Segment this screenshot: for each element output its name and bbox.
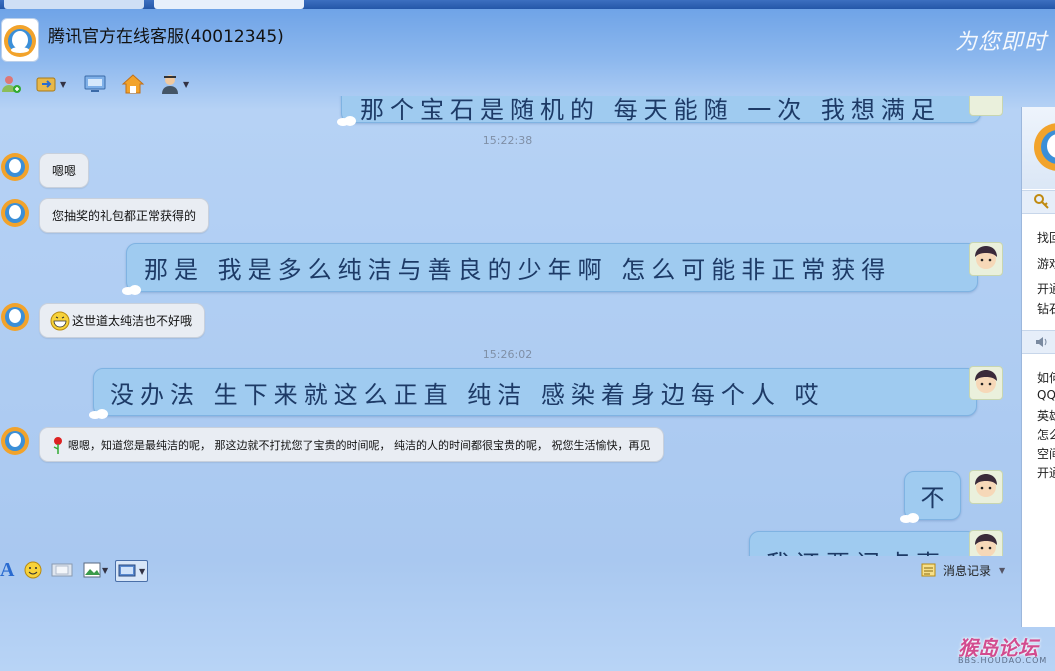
side-section-header — [1022, 190, 1055, 214]
history-icon — [921, 563, 936, 577]
my-avatar[interactable] — [969, 470, 1003, 504]
video-icon[interactable]: ▼ — [115, 560, 149, 582]
my-avatar[interactable] — [969, 530, 1003, 556]
message-bubble-received[interactable]: 这世道太纯洁也不好哦 — [39, 303, 206, 338]
message-text: 嗯嗯，知道您是最纯洁的呢， 那这边就不打扰您了宝贵的时间呢， 纯洁的人的时间都很… — [68, 438, 651, 452]
side-link[interactable]: 开通 — [1037, 464, 1055, 481]
side-panel-header — [1022, 107, 1055, 189]
my-avatar[interactable] — [969, 242, 1003, 276]
chevron-down-icon[interactable]: ▼ — [60, 80, 66, 89]
rose-emoji — [50, 435, 66, 455]
message-bubble-sent[interactable]: 那是 我是多么纯洁与善良的少年啊 怎么可能非正常获得 — [122, 243, 978, 295]
contact-avatar[interactable] — [1, 18, 39, 62]
timestamp: 15:22:38 — [482, 134, 533, 147]
security-icon[interactable]: ▼ — [159, 72, 189, 96]
cloud-icon — [122, 285, 141, 295]
message-bubble-sent[interactable]: 那个宝石是随机的 每天能随 一次 我想满足 — [337, 96, 981, 126]
my-avatar[interactable] — [969, 366, 1003, 400]
screenshot-icon[interactable] — [51, 558, 73, 582]
message-bubble-received[interactable]: 嗯嗯 — [39, 153, 90, 188]
cloud-icon — [337, 116, 356, 126]
grin-emoji — [50, 311, 70, 331]
side-section-header — [1022, 330, 1055, 354]
cloud-icon — [900, 513, 919, 523]
agent-avatar[interactable] — [0, 302, 30, 332]
image-icon[interactable]: ▼ — [83, 558, 108, 582]
message-text: 不 — [920, 484, 945, 512]
message-text: 您抽奖的礼包都正常获得的 — [52, 209, 197, 223]
side-link[interactable]: QQ — [1037, 388, 1055, 402]
chat-history[interactable]: 那个宝石是随机的 每天能随 一次 我想满足 15:22:38 嗯嗯 您抽奖的礼包… — [0, 96, 1015, 556]
history-label: 消息记录 — [943, 563, 992, 578]
message-text: 那是 我是多么纯洁与善良的少年啊 怎么可能非正常获得 — [144, 256, 892, 284]
cloud-icon — [89, 409, 108, 419]
emoticon-icon[interactable] — [24, 558, 42, 582]
window-title: 腾讯官方在线客服(40012345) — [48, 27, 284, 47]
speaker-icon — [1036, 337, 1047, 347]
font-icon[interactable]: A — [0, 558, 14, 582]
message-text: 那个宝石是随机的 每天能随 一次 我想满足 — [360, 96, 941, 124]
add-friend-icon[interactable] — [0, 72, 22, 96]
message-bubble-received[interactable]: 嗯嗯，知道您是最纯洁的呢， 那这边就不打扰您了宝贵的时间呢， 纯洁的人的时间都很… — [39, 427, 664, 462]
agent-avatar[interactable] — [0, 152, 30, 182]
taskbar — [0, 0, 1055, 9]
side-link[interactable]: 如何 — [1037, 369, 1055, 386]
agent-avatar[interactable] — [0, 426, 30, 456]
message-bubble-sent[interactable]: 我还要问点事 — [749, 531, 977, 556]
side-link[interactable]: 游戏 — [1037, 255, 1055, 272]
side-link[interactable]: 找回 — [1037, 229, 1055, 246]
qzone-home-icon[interactable] — [121, 72, 145, 96]
key-icon — [1034, 194, 1049, 209]
timestamp: 15:26:02 — [482, 348, 533, 361]
side-link[interactable]: 开通 — [1037, 280, 1055, 297]
chevron-down-icon[interactable]: ▼ — [102, 566, 108, 575]
agent-avatar[interactable] — [0, 198, 30, 228]
message-text: 我还要问点事 — [766, 544, 946, 557]
remote-assist-icon[interactable] — [84, 72, 106, 96]
side-link[interactable]: 钻石 — [1037, 300, 1055, 317]
taskbar-tab-active[interactable] — [154, 0, 304, 9]
side-link[interactable]: 空间 — [1037, 445, 1055, 462]
chevron-down-icon[interactable]: ▼ — [183, 80, 189, 89]
message-bubble-sent[interactable]: 没办法 生下来就这么正直 纯洁 感染着身边每个人 哎 — [89, 368, 977, 419]
side-panel: 找回 游戏 开通 钻石 如何 QQ 英雄 怎么 空间 开通 — [1021, 107, 1055, 627]
message-text: 没办法 生下来就这么正直 纯洁 感染着身边每个人 哎 — [110, 380, 825, 409]
side-link[interactable]: 怎么 — [1037, 426, 1055, 443]
chevron-down-icon[interactable]: ▼ — [139, 567, 145, 576]
slogan-banner: 为您即时 — [955, 30, 1048, 55]
forum-watermark-url: BBS.HOUDAO.COM — [958, 656, 1048, 665]
my-avatar[interactable] — [969, 96, 1003, 116]
message-bubble-received[interactable]: 您抽奖的礼包都正常获得的 — [39, 198, 210, 233]
message-text: 嗯嗯 — [52, 164, 77, 178]
service-logo-icon — [1034, 123, 1055, 171]
message-text: 这世道太纯洁也不好哦 — [72, 314, 193, 328]
taskbar-tab[interactable] — [4, 0, 144, 9]
file-transfer-icon[interactable]: ▼ — [36, 72, 66, 96]
message-history-button[interactable]: 消息记录 ▼ — [921, 560, 1005, 580]
chat-toolbar: ▼ ▼ — [0, 72, 220, 98]
side-link[interactable]: 英雄 — [1037, 407, 1055, 424]
chevron-down-icon[interactable]: ▼ — [999, 566, 1005, 575]
message-bubble-sent[interactable]: 不 — [900, 471, 961, 523]
